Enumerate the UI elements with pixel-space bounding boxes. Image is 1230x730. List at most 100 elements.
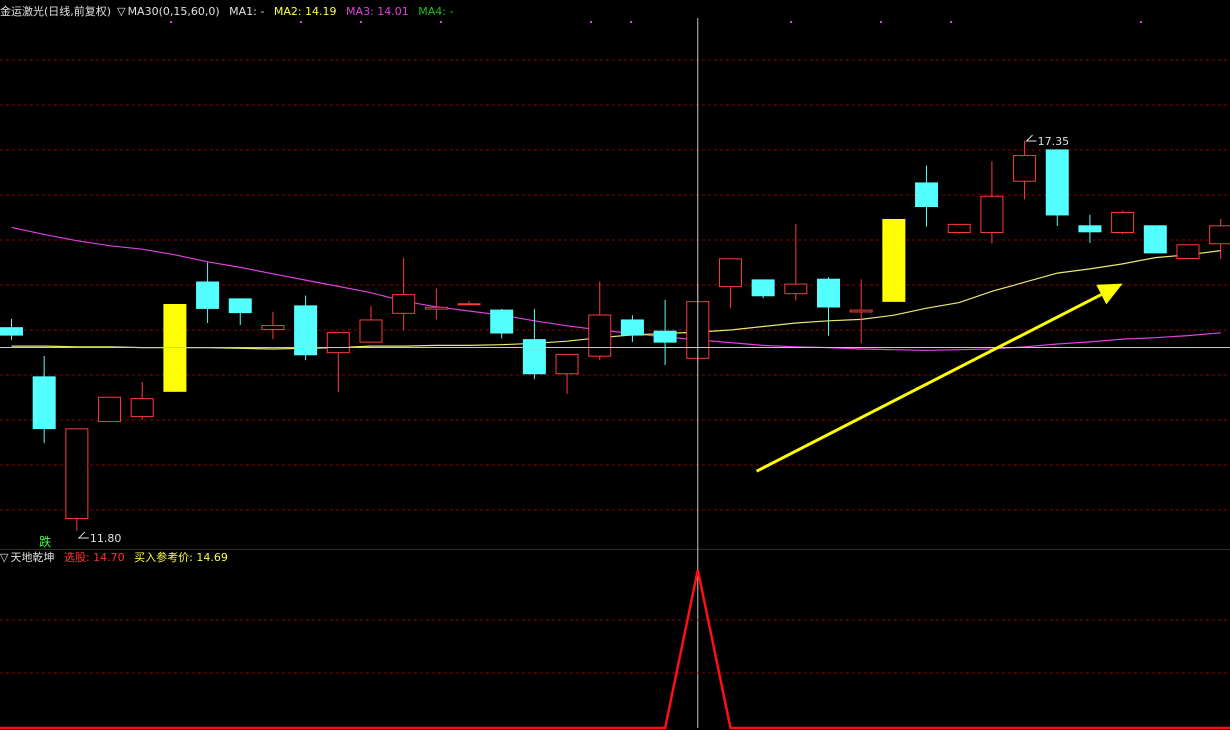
candle-body (228, 298, 252, 314)
ma2-value: MA2: 14.19 (273, 5, 337, 18)
candle-body (65, 428, 89, 520)
candle (130, 381, 154, 420)
candle-body (1176, 244, 1200, 260)
candle-body (326, 332, 350, 354)
candle (228, 298, 252, 326)
indicator-header: ▽ 天地乾坤 选股: 14.70 买入参考价: 14.69 (0, 551, 234, 565)
header-dot (440, 21, 442, 23)
header-dot (170, 21, 172, 23)
stock-title[interactable]: 金运激光(日线,前复权) (0, 5, 111, 18)
ma3-line (11, 226, 1221, 352)
candle-body (1078, 225, 1102, 233)
candle-body (1111, 211, 1135, 234)
indicator-series-line (0, 569, 1230, 730)
header-dot (630, 21, 632, 23)
candle-body (555, 353, 579, 375)
candle-body (947, 223, 971, 234)
candle (1176, 244, 1200, 260)
candle (196, 262, 220, 323)
header-dot (950, 21, 952, 23)
candle (32, 355, 56, 444)
ma3-value: MA3: 14.01 (346, 5, 409, 18)
buy-reference-price: 买入参考价: 14.69 (134, 551, 228, 564)
ma4-value: MA4: - (418, 5, 454, 18)
candle (555, 353, 579, 394)
stock-chart[interactable]: 17.35 11.80 跌 (0, 0, 1230, 730)
candle-body (1209, 225, 1230, 245)
candle (457, 301, 481, 306)
ma2-line (11, 250, 1221, 350)
candle (326, 332, 350, 392)
candle (751, 279, 775, 299)
header-dot (790, 21, 792, 23)
header-dot (360, 21, 362, 23)
signal-marker-label: 跌 (39, 534, 51, 549)
candle (1111, 210, 1135, 235)
low-pointer (77, 531, 89, 539)
candle (294, 295, 318, 361)
candle-body (0, 327, 23, 336)
candle-body (32, 376, 56, 430)
candle-body (424, 306, 448, 310)
candle-body (490, 309, 514, 334)
candle-body (522, 339, 546, 375)
indicator-line (0, 569, 1230, 730)
candle (718, 258, 742, 309)
candle-body (392, 294, 416, 314)
high-price-label: 17.35 (1038, 135, 1070, 148)
candle-body (718, 258, 742, 288)
indicator-grid (0, 619, 1230, 674)
trend-arrow-shaft (755, 293, 1102, 473)
candle-body (98, 396, 122, 423)
candle (588, 281, 612, 361)
indicator-name[interactable]: 天地乾坤 (10, 551, 54, 564)
ma1-value: MA1: - (229, 5, 265, 18)
candle-body (130, 398, 154, 418)
candle-body (620, 319, 644, 336)
candle (0, 318, 23, 340)
ma-menu-toggle-icon[interactable]: ▽ (117, 5, 125, 18)
candle-body (457, 303, 481, 306)
candle-body (196, 281, 220, 309)
candle (653, 299, 677, 366)
candle (882, 218, 906, 302)
candle (915, 165, 939, 227)
candle (65, 428, 89, 531)
candle-body (1045, 149, 1069, 216)
candle-body (915, 182, 939, 208)
low-price-label: 11.80 (90, 532, 122, 545)
header-dot (1140, 21, 1142, 23)
header-dot (590, 21, 592, 23)
candle (947, 223, 971, 234)
candle (1045, 149, 1069, 226)
candle (980, 161, 1004, 244)
candle (784, 223, 808, 301)
moving-average-lines (11, 226, 1221, 352)
candle-body (359, 319, 383, 343)
candle-body (751, 279, 775, 297)
candle (392, 257, 416, 330)
candle (1143, 225, 1167, 254)
candle (424, 288, 448, 320)
indicator-menu-toggle-icon[interactable]: ▽ (0, 551, 8, 564)
pick-value: 选股: 14.70 (63, 551, 125, 564)
candle-body (261, 325, 285, 330)
candle (490, 308, 514, 339)
candle (1209, 218, 1230, 260)
candle-body (653, 330, 677, 343)
main-chart-header: 金运激光(日线,前复权) ▽ MA30(0,15,60,0) MA1: - MA2:… (0, 5, 459, 19)
candle-body (882, 218, 906, 302)
candle-body (1013, 155, 1037, 182)
high-pointer (1025, 134, 1037, 142)
candle (359, 306, 383, 343)
candle-body (784, 283, 808, 295)
candle (620, 315, 644, 342)
candle-body (849, 309, 873, 313)
header-dot (880, 21, 882, 23)
candle (261, 311, 285, 340)
header-dot (300, 21, 302, 23)
ma-params[interactable]: MA30(0,15,60,0) (128, 5, 220, 18)
candle-body (1143, 225, 1167, 254)
candle (817, 277, 840, 336)
candle (98, 396, 122, 423)
